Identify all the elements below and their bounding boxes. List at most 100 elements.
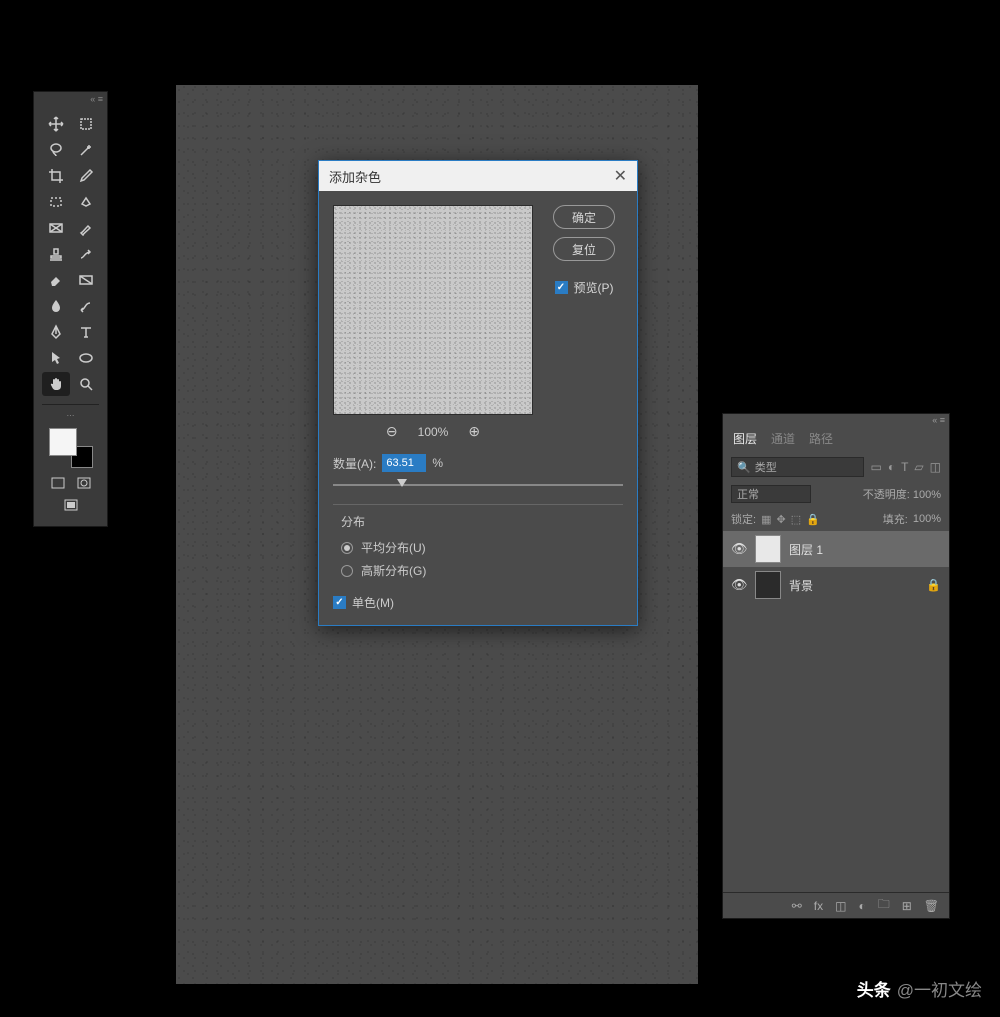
layer-thumbnail[interactable] [755, 571, 781, 599]
screen-mode-row [34, 494, 107, 516]
dialog-titlebar[interactable]: 添加杂色 ✕ [319, 161, 637, 191]
close-icon[interactable]: ✕ [614, 166, 627, 186]
layer-item[interactable]: 👁 图层 1 [723, 531, 949, 567]
watermark-brand: 头条 [857, 976, 891, 1001]
ok-button[interactable]: 确定 [553, 205, 615, 229]
amount-input[interactable] [382, 454, 426, 472]
eyedropper-tool-icon[interactable] [72, 164, 100, 188]
mono-checkbox-label: 单色(M) [352, 594, 394, 611]
tab-layers[interactable]: 图层 [733, 430, 757, 447]
lock-position-icon[interactable]: ✥ [776, 513, 785, 526]
fill-value[interactable]: 100% [913, 513, 941, 525]
heal-tool-icon[interactable] [72, 190, 100, 214]
zoom-tool-icon[interactable] [72, 372, 100, 396]
slider-track [333, 484, 623, 486]
standard-mode-icon[interactable] [50, 476, 66, 490]
amount-slider[interactable] [333, 478, 623, 492]
uniform-radio-row[interactable]: 平均分布(U) [333, 536, 623, 559]
quickmask-mode-icon[interactable] [76, 476, 92, 490]
uniform-radio[interactable] [341, 542, 353, 554]
path-select-tool-icon[interactable] [42, 346, 70, 370]
dialog-buttons: 确定 复位 ✓ 预览(P) [545, 205, 623, 440]
gradient-tool-icon[interactable] [72, 268, 100, 292]
hand-tool-icon[interactable] [42, 372, 70, 396]
screen-mode-icon[interactable] [63, 498, 79, 512]
mask-mode-row [34, 472, 107, 494]
move-tool-icon[interactable] [42, 112, 70, 136]
fx-icon[interactable]: fx [814, 899, 823, 913]
layer-filter-input[interactable]: 🔍 类型 [731, 457, 864, 477]
pen-tool-icon[interactable] [42, 320, 70, 344]
link-layers-icon[interactable]: ⚯ [792, 899, 802, 913]
tab-paths[interactable]: 路径 [809, 430, 833, 447]
blend-mode-select[interactable]: 正常 [731, 485, 811, 503]
toolbox-dots: ⋯ [34, 409, 107, 422]
layers-panel-header: « ≡ [723, 414, 949, 426]
crop-tool-icon[interactable] [42, 164, 70, 188]
preview-checkbox-row[interactable]: ✓ 预览(P) [555, 279, 614, 296]
lock-pixels-icon[interactable]: ▦ [761, 513, 771, 526]
watermark-handle: @一初文绘 [897, 976, 982, 1001]
visibility-icon[interactable]: 👁 [731, 577, 747, 593]
toolbox-panel: « ≡ ⋯ [33, 91, 108, 527]
gaussian-radio[interactable] [341, 565, 353, 577]
ellipse-tool-icon[interactable] [72, 346, 100, 370]
tab-channels[interactable]: 通道 [771, 430, 795, 447]
filter-adjust-icon[interactable]: ◐ [888, 460, 895, 474]
filter-type-icons: ▭ ◐ T ▱ ◫ [870, 460, 941, 474]
preview-checkbox[interactable]: ✓ [555, 281, 568, 294]
stamp-tool-icon[interactable] [42, 242, 70, 266]
smudge-tool-icon[interactable] [72, 294, 100, 318]
layer-name[interactable]: 背景 [789, 577, 918, 594]
preview-checkbox-label: 预览(P) [574, 279, 614, 296]
lock-icon: 🔒 [926, 578, 941, 592]
eraser-tool-icon[interactable] [42, 268, 70, 292]
toolbox-separator [42, 404, 99, 405]
new-layer-icon[interactable]: ⊞ [902, 899, 912, 913]
layer-filter-placeholder: 类型 [755, 459, 777, 475]
lock-artboard-icon[interactable]: ⬚ [791, 513, 801, 526]
watermark: 头条 @一初文绘 [857, 976, 982, 1001]
lock-all-icon[interactable]: 🔒 [806, 513, 820, 526]
group-icon[interactable]: 🗀 [878, 895, 890, 916]
filter-type-icon[interactable]: T [901, 460, 908, 474]
opacity-label: 不透明度: [863, 489, 910, 501]
brush-tool-icon[interactable] [72, 216, 100, 240]
filter-image-icon[interactable]: ▭ [870, 460, 881, 474]
zoom-controls: ⊖ 100% ⊕ [333, 423, 533, 440]
zoom-out-icon[interactable]: ⊖ [386, 423, 398, 440]
blur-tool-icon[interactable] [42, 294, 70, 318]
layer-filter-row: 🔍 类型 ▭ ◐ T ▱ ◫ [723, 453, 949, 481]
slider-thumb[interactable] [397, 479, 407, 487]
opacity-value[interactable]: 100% [913, 489, 941, 501]
mask-icon[interactable]: ◫ [835, 899, 846, 913]
marquee-tool-icon[interactable] [42, 190, 70, 214]
adjustment-icon[interactable]: ◐ [858, 899, 865, 913]
layers-footer: ⚯ fx ◫ ◐ 🗀 ⊞ 🗑 [723, 892, 949, 918]
type-tool-icon[interactable] [72, 320, 100, 344]
trash-icon[interactable]: 🗑 [924, 899, 939, 913]
gaussian-radio-row[interactable]: 高斯分布(G) [333, 559, 623, 582]
mono-checkbox-row[interactable]: ✓ 单色(M) [333, 594, 623, 611]
lasso-tool-icon[interactable] [42, 138, 70, 162]
blend-row: 正常 不透明度: 100% [723, 481, 949, 507]
mono-checkbox[interactable]: ✓ [333, 596, 346, 609]
layer-thumbnail[interactable] [755, 535, 781, 563]
visibility-icon[interactable]: 👁 [731, 541, 747, 557]
dialog-title: 添加杂色 [329, 167, 381, 186]
wand-tool-icon[interactable] [72, 138, 100, 162]
filter-shape-icon[interactable]: ▱ [914, 460, 923, 474]
zoom-in-icon[interactable]: ⊕ [468, 423, 480, 440]
artboard-tool-icon[interactable] [72, 112, 100, 136]
reset-button[interactable]: 复位 [553, 237, 615, 261]
filter-smart-icon[interactable]: ◫ [930, 460, 941, 474]
layer-name[interactable]: 图层 1 [789, 541, 941, 558]
opacity-group: 不透明度: 100% [863, 486, 941, 502]
layers-tabs: 图层 通道 路径 [723, 426, 949, 453]
color-swatches[interactable] [49, 428, 93, 468]
layer-item[interactable]: 👁 背景 🔒 [723, 567, 949, 603]
noise-preview[interactable] [333, 205, 533, 415]
history-brush-icon[interactable] [72, 242, 100, 266]
foreground-color-swatch[interactable] [49, 428, 77, 456]
frame-tool-icon[interactable] [42, 216, 70, 240]
